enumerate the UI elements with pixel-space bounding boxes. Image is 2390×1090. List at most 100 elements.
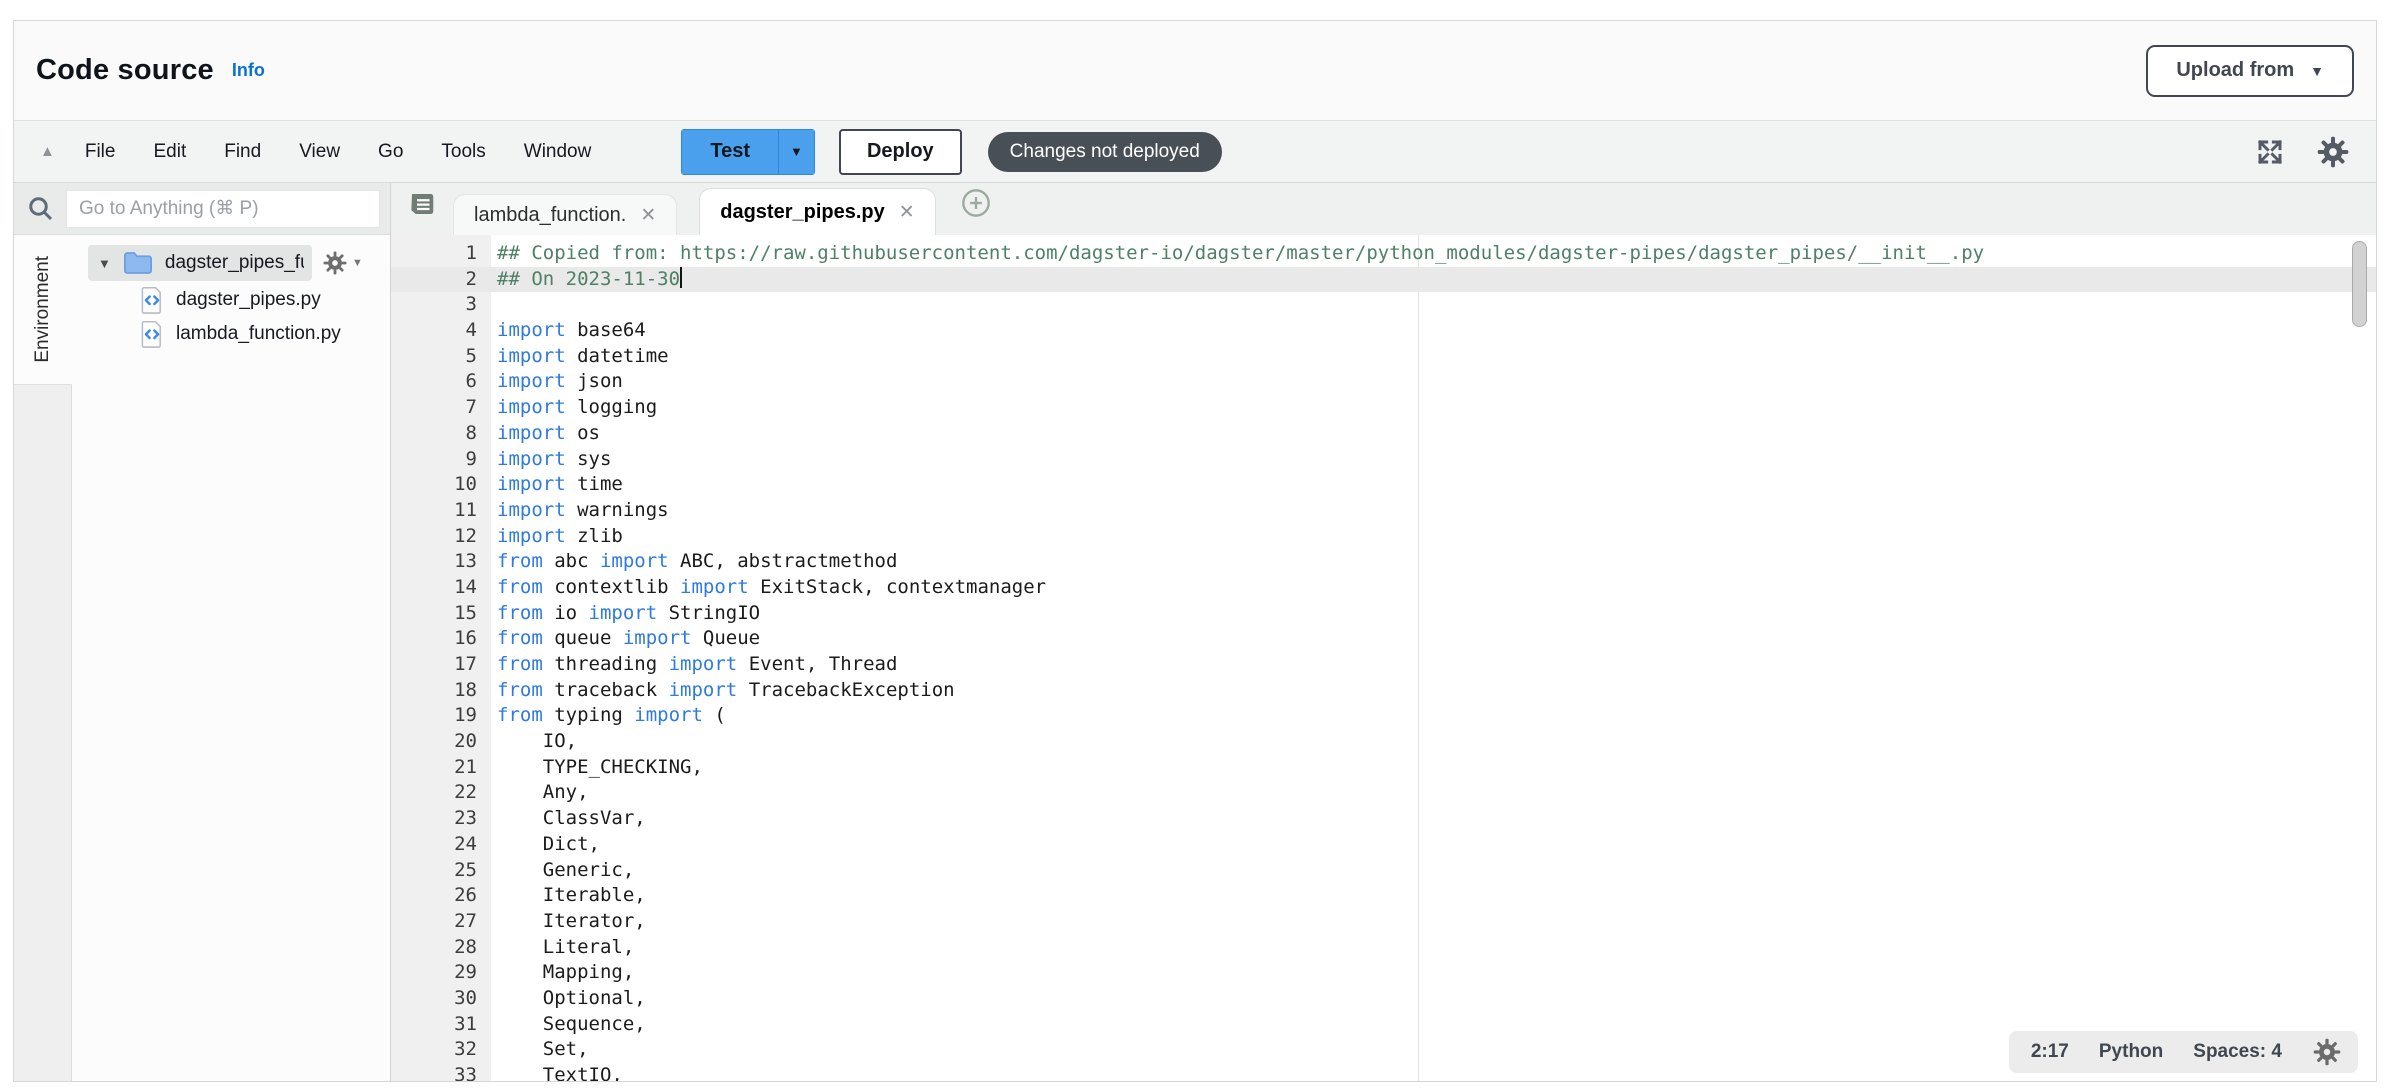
tree-folder-item[interactable]: ▼ dagster_pipes_funct <box>88 245 312 281</box>
fullscreen-icon[interactable] <box>2254 136 2286 168</box>
code-line[interactable]: 26 Iterable, <box>391 883 2376 909</box>
new-tab-icon[interactable] <box>960 187 992 224</box>
code-line[interactable]: 10import time <box>391 472 2376 498</box>
statusbar-gear-icon[interactable] <box>2312 1037 2342 1067</box>
code-line[interactable]: 19from typing import ( <box>391 703 2376 729</box>
line-number: 8 <box>391 421 491 447</box>
test-button[interactable]: Test <box>682 130 778 174</box>
line-number: 14 <box>391 575 491 601</box>
code-text: import warnings <box>491 498 669 524</box>
code-text: Sequence, <box>491 1012 646 1038</box>
code-text: ## Copied from: https://raw.githubuserco… <box>491 241 1984 267</box>
line-number: 10 <box>391 472 491 498</box>
line-number: 9 <box>391 447 491 473</box>
code-line[interactable]: 24 Dict, <box>391 832 2376 858</box>
tree-file-item[interactable]: dagster_pipes.py <box>72 283 390 317</box>
deploy-button[interactable]: Deploy <box>839 129 962 175</box>
settings-gear-icon[interactable] <box>2316 135 2350 169</box>
chevron-down-icon: ▼ <box>2310 63 2324 79</box>
menu-window[interactable]: Window <box>524 141 592 163</box>
test-dropdown-button[interactable]: ▼ <box>778 130 814 174</box>
code-line[interactable]: 8import os <box>391 421 2376 447</box>
code-line[interactable]: 11import warnings <box>391 498 2376 524</box>
collapse-menubar-icon[interactable]: ▲ <box>40 143 55 160</box>
code-line[interactable]: 18from traceback import TracebackExcepti… <box>391 678 2376 704</box>
code-text: Mapping, <box>491 960 634 986</box>
code-line[interactable]: 28 Literal, <box>391 935 2376 961</box>
code-line[interactable]: 5import datetime <box>391 344 2376 370</box>
line-number: 23 <box>391 806 491 832</box>
tree-settings-gear-icon[interactable]: ▼ <box>322 250 363 276</box>
upload-from-button[interactable]: Upload from ▼ <box>2146 45 2354 97</box>
code-text: Generic, <box>491 858 634 884</box>
code-line[interactable]: 2## On 2023-11-30 <box>391 267 2376 293</box>
code-line[interactable]: 27 Iterator, <box>391 909 2376 935</box>
line-number: 20 <box>391 729 491 755</box>
tab-lambda-function[interactable]: lambda_function. ✕ <box>453 194 677 235</box>
python-file-icon <box>140 320 164 348</box>
cursor-position[interactable]: 2:17 <box>2031 1041 2069 1063</box>
code-line[interactable]: 7import logging <box>391 395 2376 421</box>
tab-list-icon[interactable] <box>407 190 437 223</box>
environment-tab[interactable]: Environment <box>14 235 72 385</box>
line-number: 25 <box>391 858 491 884</box>
menu-find[interactable]: Find <box>224 141 261 163</box>
language-mode[interactable]: Python <box>2099 1041 2163 1063</box>
code-line[interactable]: 20 IO, <box>391 729 2376 755</box>
code-line[interactable]: 15from io import StringIO <box>391 601 2376 627</box>
code-text: import logging <box>491 395 657 421</box>
line-number: 30 <box>391 986 491 1012</box>
code-line[interactable]: 25 Generic, <box>391 858 2376 884</box>
line-number: 13 <box>391 549 491 575</box>
code-line[interactable]: 23 ClassVar, <box>391 806 2376 832</box>
code-editor[interactable]: 1## Copied from: https://raw.githubuserc… <box>391 235 2376 1081</box>
code-line[interactable]: 21 TYPE_CHECKING, <box>391 755 2376 781</box>
code-text: Iterator, <box>491 909 646 935</box>
menu-file[interactable]: File <box>85 141 116 163</box>
code-text: Iterable, <box>491 883 646 909</box>
editor-statusbar: 2:17 Python Spaces: 4 <box>2009 1031 2358 1073</box>
close-tab-icon[interactable]: ✕ <box>640 204 656 227</box>
folder-expand-icon[interactable]: ▼ <box>98 256 111 271</box>
menu-tools[interactable]: Tools <box>441 141 485 163</box>
tree-file-item[interactable]: lambda_function.py <box>72 317 390 351</box>
line-number: 3 <box>391 292 491 318</box>
vertical-scrollbar[interactable] <box>2352 241 2367 327</box>
code-line[interactable]: 13from abc import ABC, abstractmethod <box>391 549 2376 575</box>
line-number: 27 <box>391 909 491 935</box>
line-number: 24 <box>391 832 491 858</box>
tree-folder-row: ▼ dagster_pipes_funct <box>88 245 382 281</box>
menu-go[interactable]: Go <box>378 141 403 163</box>
tab-dagster-pipes[interactable]: dagster_pipes.py ✕ <box>699 188 935 235</box>
code-line[interactable]: 12import zlib <box>391 524 2376 550</box>
tree-file-label: lambda_function.py <box>176 323 341 345</box>
code-line[interactable]: 16from queue import Queue <box>391 626 2376 652</box>
menu-edit[interactable]: Edit <box>153 141 186 163</box>
close-tab-icon[interactable]: ✕ <box>899 201 915 224</box>
code-text: import base64 <box>491 318 646 344</box>
code-line[interactable]: 6import json <box>391 369 2376 395</box>
menu-view[interactable]: View <box>299 141 340 163</box>
code-text: from io import StringIO <box>491 601 760 627</box>
line-number: 11 <box>391 498 491 524</box>
code-line[interactable]: 9import sys <box>391 447 2376 473</box>
code-line[interactable]: 1## Copied from: https://raw.githubuserc… <box>391 241 2376 267</box>
line-number: 2 <box>391 267 491 293</box>
code-text: import json <box>491 369 623 395</box>
line-number: 28 <box>391 935 491 961</box>
editor-menubar: ▲ File Edit Find View Go Tools Window Te… <box>14 121 2376 183</box>
line-number: 17 <box>391 652 491 678</box>
goto-anything-input[interactable] <box>66 190 380 228</box>
code-line[interactable]: 3 <box>391 292 2376 318</box>
code-line[interactable]: 30 Optional, <box>391 986 2376 1012</box>
code-line[interactable]: 29 Mapping, <box>391 960 2376 986</box>
chevron-down-icon: ▼ <box>790 144 803 159</box>
info-link[interactable]: Info <box>232 60 265 81</box>
code-text: from abc import ABC, abstractmethod <box>491 549 897 575</box>
code-line[interactable]: 14from contextlib import ExitStack, cont… <box>391 575 2376 601</box>
indentation-setting[interactable]: Spaces: 4 <box>2193 1041 2282 1063</box>
code-line[interactable]: 17from threading import Event, Thread <box>391 652 2376 678</box>
code-line[interactable]: 22 Any, <box>391 780 2376 806</box>
code-line[interactable]: 4import base64 <box>391 318 2376 344</box>
code-text <box>491 292 497 318</box>
